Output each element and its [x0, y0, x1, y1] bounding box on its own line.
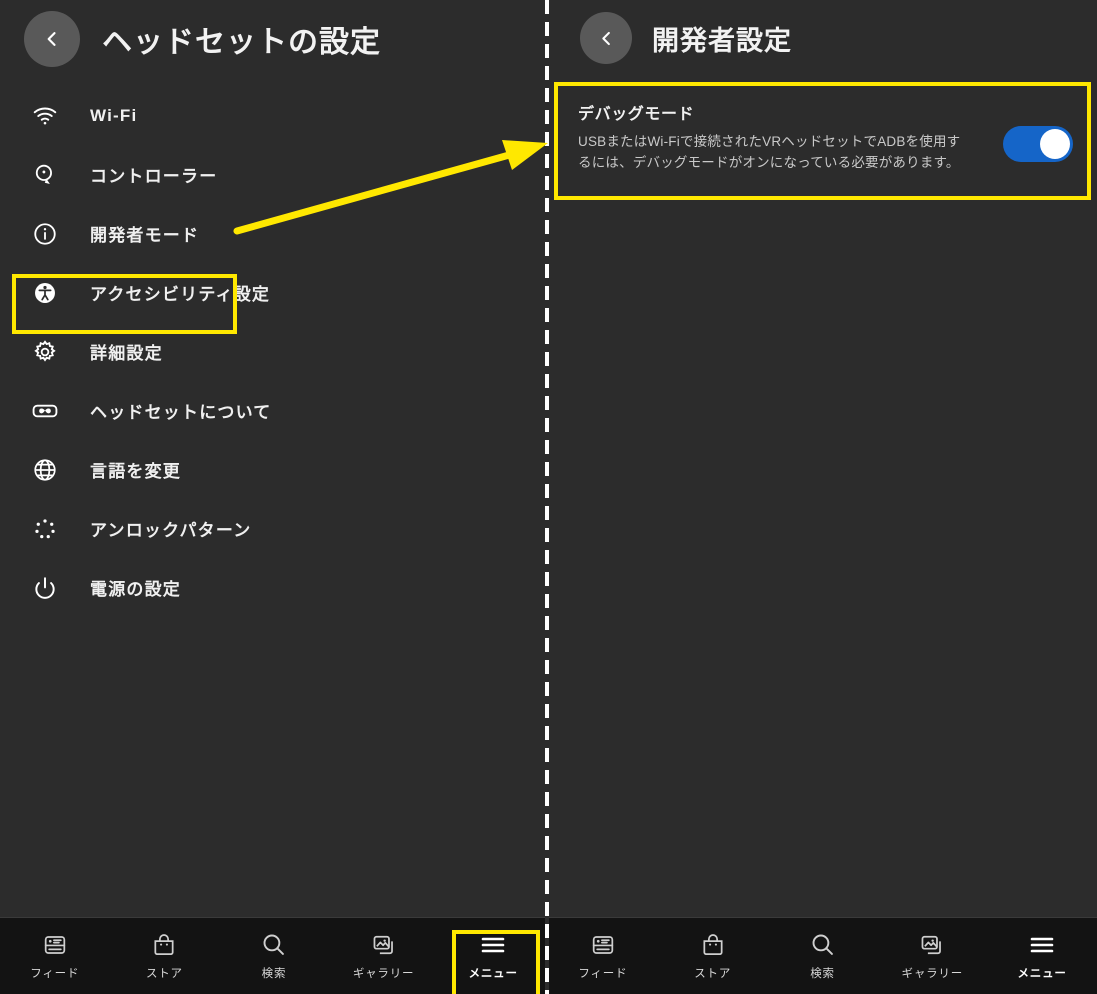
sidebar-item-change-language[interactable]: 言語を変更	[0, 440, 548, 499]
sidebar-item-label: ヘッドセットについて	[90, 403, 272, 422]
accessibility-icon	[28, 276, 62, 310]
nav-item-store[interactable]: ストア	[658, 918, 768, 994]
nav-item-search[interactable]: 検索	[768, 918, 878, 994]
nav-item-menu[interactable]: メニュー	[438, 918, 548, 994]
back-button[interactable]	[580, 12, 632, 64]
nav-item-label: ギャラリー	[352, 967, 415, 980]
panel-divider	[545, 0, 549, 994]
store-bag-icon	[700, 932, 726, 958]
nav-item-menu[interactable]: メニュー	[987, 918, 1097, 994]
sidebar-item-unlock-pattern[interactable]: アンロックパターン	[0, 499, 548, 558]
debug-mode-card: デバッグモード USBまたはWi-Fiで接続されたVRヘッドセットでADBを使用…	[554, 82, 1091, 200]
developer-settings-panel: 開発者設定 デバッグモード USBまたはWi-Fiで接続されたVRヘッドセットで…	[548, 0, 1097, 994]
sidebar-item-label: Wi-Fi	[90, 105, 138, 125]
store-bag-icon	[151, 932, 177, 958]
nav-item-label: ギャラリー	[901, 967, 964, 980]
nav-item-feed[interactable]: フィード	[548, 918, 658, 994]
page-title: ヘッドセットの設定	[102, 26, 381, 59]
chevron-left-icon	[42, 29, 62, 49]
sidebar-item-label: 詳細設定	[90, 344, 163, 363]
chevron-left-icon	[597, 29, 616, 48]
vr-headset-icon	[28, 394, 62, 428]
nav-item-label: 検索	[810, 968, 835, 980]
nav-item-search[interactable]: 検索	[219, 918, 329, 994]
debug-mode-text: デバッグモード USBまたはWi-Fiで接続されたVRヘッドセットでADBを使用…	[578, 98, 993, 174]
sidebar-item-label: アクセシビリティ設定	[90, 285, 271, 304]
wifi-icon	[28, 99, 62, 133]
sidebar-item-label: コントローラー	[90, 167, 218, 186]
sidebar-item-controller[interactable]: コントローラー	[0, 145, 548, 204]
nav-item-label: ストア	[694, 967, 732, 980]
gear-icon	[28, 335, 62, 369]
search-icon	[260, 931, 287, 958]
feed-icon	[590, 932, 616, 958]
search-icon	[809, 931, 836, 958]
gallery-icon	[919, 932, 945, 958]
sidebar-item-label: 電源の設定	[90, 580, 181, 599]
nav-item-store[interactable]: ストア	[110, 918, 220, 994]
sidebar-item-power-settings[interactable]: 電源の設定	[0, 558, 548, 617]
dual-panel-screenshot: ヘッドセットの設定 Wi-Fi コントローラー 開発者モード アクセシビリティ設…	[0, 0, 1097, 994]
nav-item-gallery[interactable]: ギャラリー	[329, 918, 439, 994]
sidebar-item-advanced-settings[interactable]: 詳細設定	[0, 322, 548, 381]
nav-item-label: メニュー	[1017, 967, 1067, 980]
left-panel-header: ヘッドセットの設定	[0, 0, 548, 78]
sidebar-item-wifi[interactable]: Wi-Fi	[0, 86, 548, 145]
nav-item-feed[interactable]: フィード	[0, 918, 110, 994]
feed-icon	[42, 932, 68, 958]
nav-item-label: ストア	[145, 967, 183, 980]
settings-menu-list: Wi-Fi コントローラー 開発者モード アクセシビリティ設定 詳細設定 ヘッド…	[0, 78, 548, 917]
debug-mode-description: USBまたはWi-Fiで接続されたVRヘッドセットでADBを使用するには、デバッ…	[578, 134, 961, 170]
sidebar-item-developer-mode[interactable]: 開発者モード	[0, 204, 548, 263]
globe-icon	[28, 453, 62, 487]
hamburger-menu-icon	[478, 932, 508, 958]
sidebar-item-about-headset[interactable]: ヘッドセットについて	[0, 381, 548, 440]
info-circle-icon	[28, 217, 62, 251]
power-icon	[28, 571, 62, 605]
nav-item-label: フィード	[30, 967, 80, 980]
toggle-knob	[1040, 129, 1070, 159]
developer-settings-content: デバッグモード USBまたはWi-Fiで接続されたVRヘッドセットでADBを使用…	[548, 76, 1097, 917]
controller-icon	[28, 158, 62, 192]
sidebar-item-label: アンロックパターン	[90, 521, 252, 540]
bottom-navigation-right: フィード ストア 検索 ギャラリー メニュー	[548, 917, 1097, 994]
nav-item-label: フィード	[578, 967, 628, 980]
headset-settings-panel: ヘッドセットの設定 Wi-Fi コントローラー 開発者モード アクセシビリティ設…	[0, 0, 548, 994]
gallery-icon	[371, 932, 397, 958]
page-title: 開発者設定	[652, 25, 792, 56]
sidebar-item-label: 開発者モード	[90, 226, 200, 245]
pattern-dots-icon	[28, 512, 62, 546]
sidebar-item-label: 言語を変更	[90, 462, 181, 481]
bottom-navigation-left: フィード ストア 検索 ギャラリー メニュー	[0, 917, 548, 994]
hamburger-menu-icon	[1027, 932, 1057, 958]
right-panel-header: 開発者設定	[548, 0, 1097, 76]
nav-item-label: 検索	[261, 968, 287, 980]
nav-item-gallery[interactable]: ギャラリー	[877, 918, 987, 994]
back-button[interactable]	[24, 11, 80, 67]
debug-mode-toggle[interactable]	[1003, 126, 1073, 162]
nav-item-label: メニュー	[468, 967, 518, 980]
sidebar-item-accessibility[interactable]: アクセシビリティ設定	[0, 263, 548, 322]
debug-mode-title: デバッグモード	[578, 106, 695, 123]
